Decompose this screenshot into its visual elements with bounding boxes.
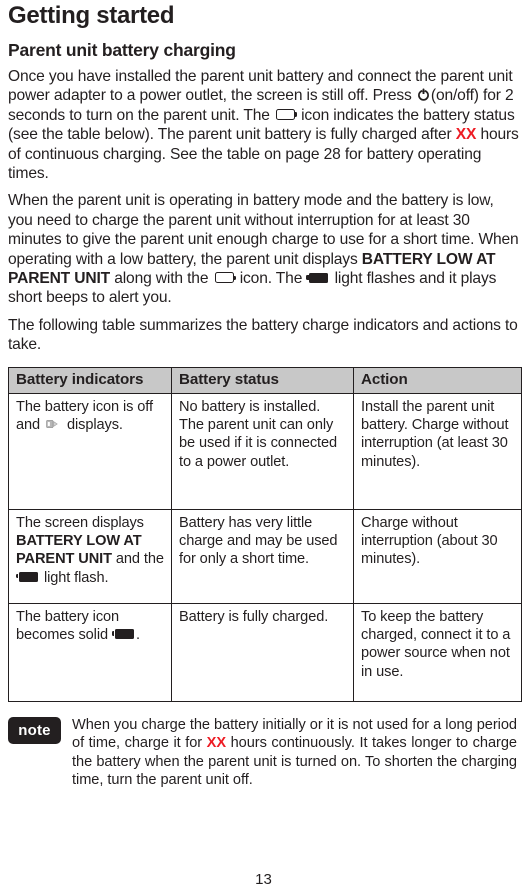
manual-page: Getting started Parent unit battery char…: [0, 0, 527, 894]
note-charging-hours-placeholder: XX: [206, 735, 227, 752]
cell-indicator-battery-low: The screen displays BATTERY LOW AT PAREN…: [8, 508, 172, 604]
row3-indicator-segment-2: .: [135, 627, 140, 644]
cell-status-battery-low: Battery has very little charge and may b…: [171, 508, 354, 604]
column-header-battery-indicators: Battery indicators: [8, 366, 172, 394]
paragraph-table-intro: The following table summarizes the batte…: [8, 316, 518, 354]
row2-indicator-segment-1: The screen displays: [16, 514, 144, 531]
note-callout: note When you charge the battery initial…: [6, 702, 521, 790]
row2-indicator-segment-3: light flash.: [40, 569, 109, 586]
section-title: Parent unit battery charging: [8, 40, 236, 60]
row2-indicator-segment-2: and the: [111, 551, 164, 568]
paragraph-2-segment-2: along with the: [110, 270, 213, 288]
column-header-action: Action: [353, 366, 522, 394]
row1-indicator-segment-2: displays.: [63, 417, 123, 434]
cell-action-battery-low: Charge without interruption (about 30 mi…: [353, 508, 522, 604]
cell-action-no-battery: Install the parent unit battery. Charge …: [353, 392, 522, 510]
battery-empty-icon: [275, 109, 298, 121]
column-header-battery-status: Battery status: [171, 366, 354, 394]
note-text: When you charge the battery initially or…: [61, 716, 517, 790]
battery-full-icon: [15, 571, 38, 582]
paragraph-low-battery: When the parent unit is operating in bat…: [6, 183, 521, 307]
cell-action-fully-charged: To keep the battery charged, connect it …: [353, 602, 522, 702]
battery-full-icon: [306, 272, 329, 283]
note-badge: note: [8, 716, 61, 744]
cell-indicator-no-battery: The battery icon is off and displays.: [8, 392, 172, 510]
charging-hours-placeholder: XX: [455, 126, 477, 144]
battery-charge-table-wrapper: Battery indicators Battery status Action…: [6, 355, 522, 702]
power-adapter-plug-icon: [46, 418, 61, 430]
table-row: The battery icon becomes solid . Battery…: [8, 602, 522, 702]
page-number: 13: [255, 871, 272, 888]
table-row: The screen displays BATTERY LOW AT PAREN…: [8, 508, 522, 604]
battery-empty-icon: [214, 272, 236, 284]
paragraph-battery-charging-intro: Once you have installed the parent unit …: [6, 61, 521, 183]
battery-full-icon: [111, 629, 134, 640]
table-row: The battery icon is off and displays. No…: [8, 392, 522, 510]
cell-status-fully-charged: Battery is fully charged.: [171, 602, 354, 702]
chapter-title: Getting started: [8, 2, 175, 29]
battery-charge-table: Battery indicators Battery status Action…: [8, 366, 522, 702]
power-on-off-icon: [417, 88, 430, 101]
paragraph-2-segment-3: icon. The: [235, 270, 307, 288]
row3-indicator-segment-1: The battery icon becomes solid: [16, 608, 120, 644]
cell-status-no-battery: No battery is installed. The parent unit…: [171, 392, 354, 510]
table-header-row: Battery indicators Battery status Action: [8, 366, 522, 394]
cell-indicator-fully-charged: The battery icon becomes solid .: [8, 602, 172, 702]
